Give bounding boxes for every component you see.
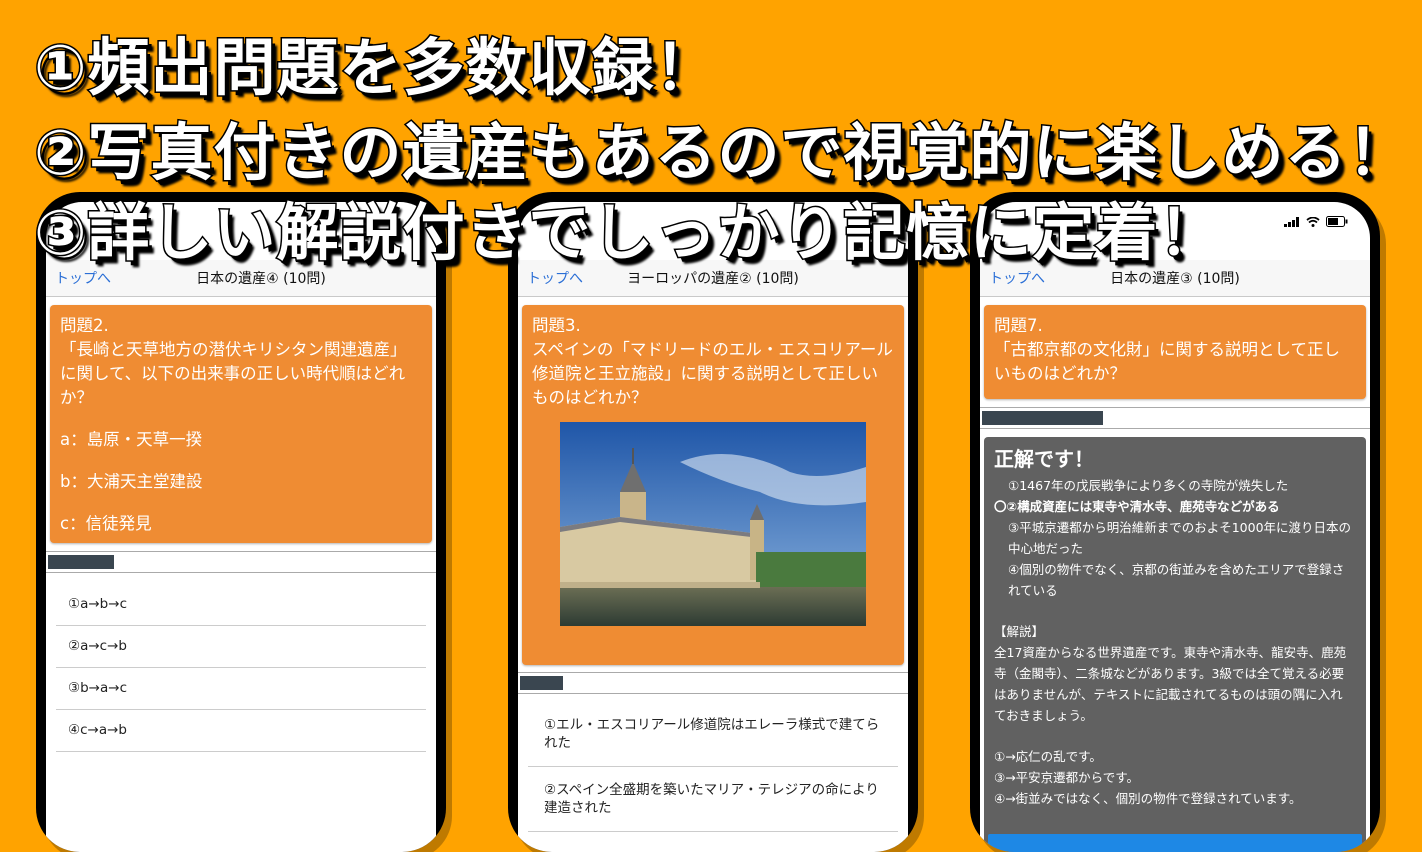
choice-text: ③平城京遷都から明治維新までのおよそ1000年に渡り日本の中心地だった (1008, 520, 1352, 556)
progress-meter (518, 672, 908, 694)
headline-1: ①頻出問題を多数収録！ (33, 30, 718, 106)
note-text: ①→応仁の乱です。 (994, 749, 1102, 764)
question-item-a: a：島原・天草一揆 (60, 430, 203, 449)
question-box: 問題2. 「長崎と天草地方の潜伏キリシタン関連遺産」に関して、以下の出来事の正し… (50, 305, 432, 543)
answer-list: ①a→b→c ②a→c→b ③b→a→c ④c→a→b (56, 584, 426, 752)
phone-2: トップへ ヨーロッパの遺産② (10問) 問題3. スペインの「マドリードのエル… (508, 192, 918, 852)
question-item-c: c：信徒発見 (60, 514, 152, 533)
result-panel: 正解です！ ①1467年の戊辰戦争により多くの寺院が焼失した 〇②構成資産には東… (984, 437, 1366, 852)
answer-list: ①エル・エスコリアール修道院はエレーラ様式で建てられた ②スペイン全盛期を築いた… (528, 702, 898, 832)
question-number: 問題3. (532, 316, 581, 335)
signal-icon (1284, 216, 1299, 227)
answer-option[interactable]: ①a→b→c (56, 584, 426, 626)
note-text: ④→街並みではなく、個別の物件で登録されています。 (994, 791, 1302, 806)
phone-3-screen: トップへ 日本の遺産③ (10問) 問題7. 「古都京都の文化財」に関する説明と… (980, 202, 1370, 852)
status-bar (1284, 216, 1348, 227)
choice-text: ④個別の物件でなく、京都の街並みを含めたエリアで登録されている (1008, 562, 1345, 598)
explanation-text: 全17資産からなる世界遺産です。東寺や清水寺、龍安寺、鹿苑寺（金閣寺）、二条城な… (994, 645, 1347, 723)
question-item-b: b：大浦天主堂建設 (60, 472, 203, 491)
answer-option[interactable]: ①エル・エスコリアール修道院はエレーラ様式で建てられた (528, 702, 898, 767)
battery-icon (1326, 216, 1348, 227)
progress-meter (46, 551, 436, 573)
choice-text: ①1467年の戊辰戦争により多くの寺院が焼失した (1008, 478, 1289, 493)
phone-2-screen: トップへ ヨーロッパの遺産② (10問) 問題3. スペインの「マドリードのエル… (518, 202, 908, 852)
question-box: 問題3. スペインの「マドリードのエル・エスコリアール修道院と王立施設」に関する… (522, 305, 904, 665)
headline-3: ③詳しい解説付きでしっかり記憶に定着！ (33, 195, 1222, 271)
question-number: 問題2. (60, 316, 109, 335)
note-text: ③→平安京遷都からです。 (994, 770, 1140, 785)
question-text: 「古都京都の文化財」に関する説明として正しいものはどれか？ (994, 340, 1341, 383)
phone-1-screen: トップへ 日本の遺産④ (10問) 問題2. 「長崎と天草地方の潜伏キリシタン関… (46, 202, 436, 852)
progress-fill (982, 411, 1103, 425)
progress-fill (520, 676, 563, 690)
progress-fill (48, 555, 115, 569)
answer-option[interactable]: ②a→c→b (56, 626, 426, 668)
question-box: 問題7. 「古都京都の文化財」に関する説明として正しいものはどれか？ (984, 305, 1366, 399)
question-number: 問題7. (994, 316, 1043, 335)
correct-choice-text: 〇②構成資産には東寺や清水寺、鹿苑寺などがある (994, 499, 1280, 514)
phone-3: トップへ 日本の遺産③ (10問) 問題7. 「古都京都の文化財」に関する説明と… (970, 192, 1380, 852)
phone-1: トップへ 日本の遺産④ (10問) 問題2. 「長崎と天草地方の潜伏キリシタン関… (36, 192, 446, 852)
result-title: 正解です！ (994, 447, 1094, 471)
answer-option[interactable]: ④c→a→b (56, 710, 426, 752)
question-text: 「長崎と天草地方の潜伏キリシタン関連遺産」に関して、以下の出来事の正しい時代順は… (60, 340, 407, 407)
monastery-photo (560, 422, 866, 626)
headline-2: ②写真付きの遺産もあるので視覚的に楽しめる！ (33, 115, 1411, 191)
question-text: スペインの「マドリードのエル・エスコリアール修道院と王立施設」に関する説明として… (532, 340, 893, 407)
progress-meter (980, 407, 1370, 429)
wifi-icon (1306, 216, 1320, 227)
answer-option[interactable]: ③b→a→c (56, 668, 426, 710)
next-button[interactable] (988, 834, 1362, 852)
explanation-heading: 【解説】 (994, 624, 1045, 639)
